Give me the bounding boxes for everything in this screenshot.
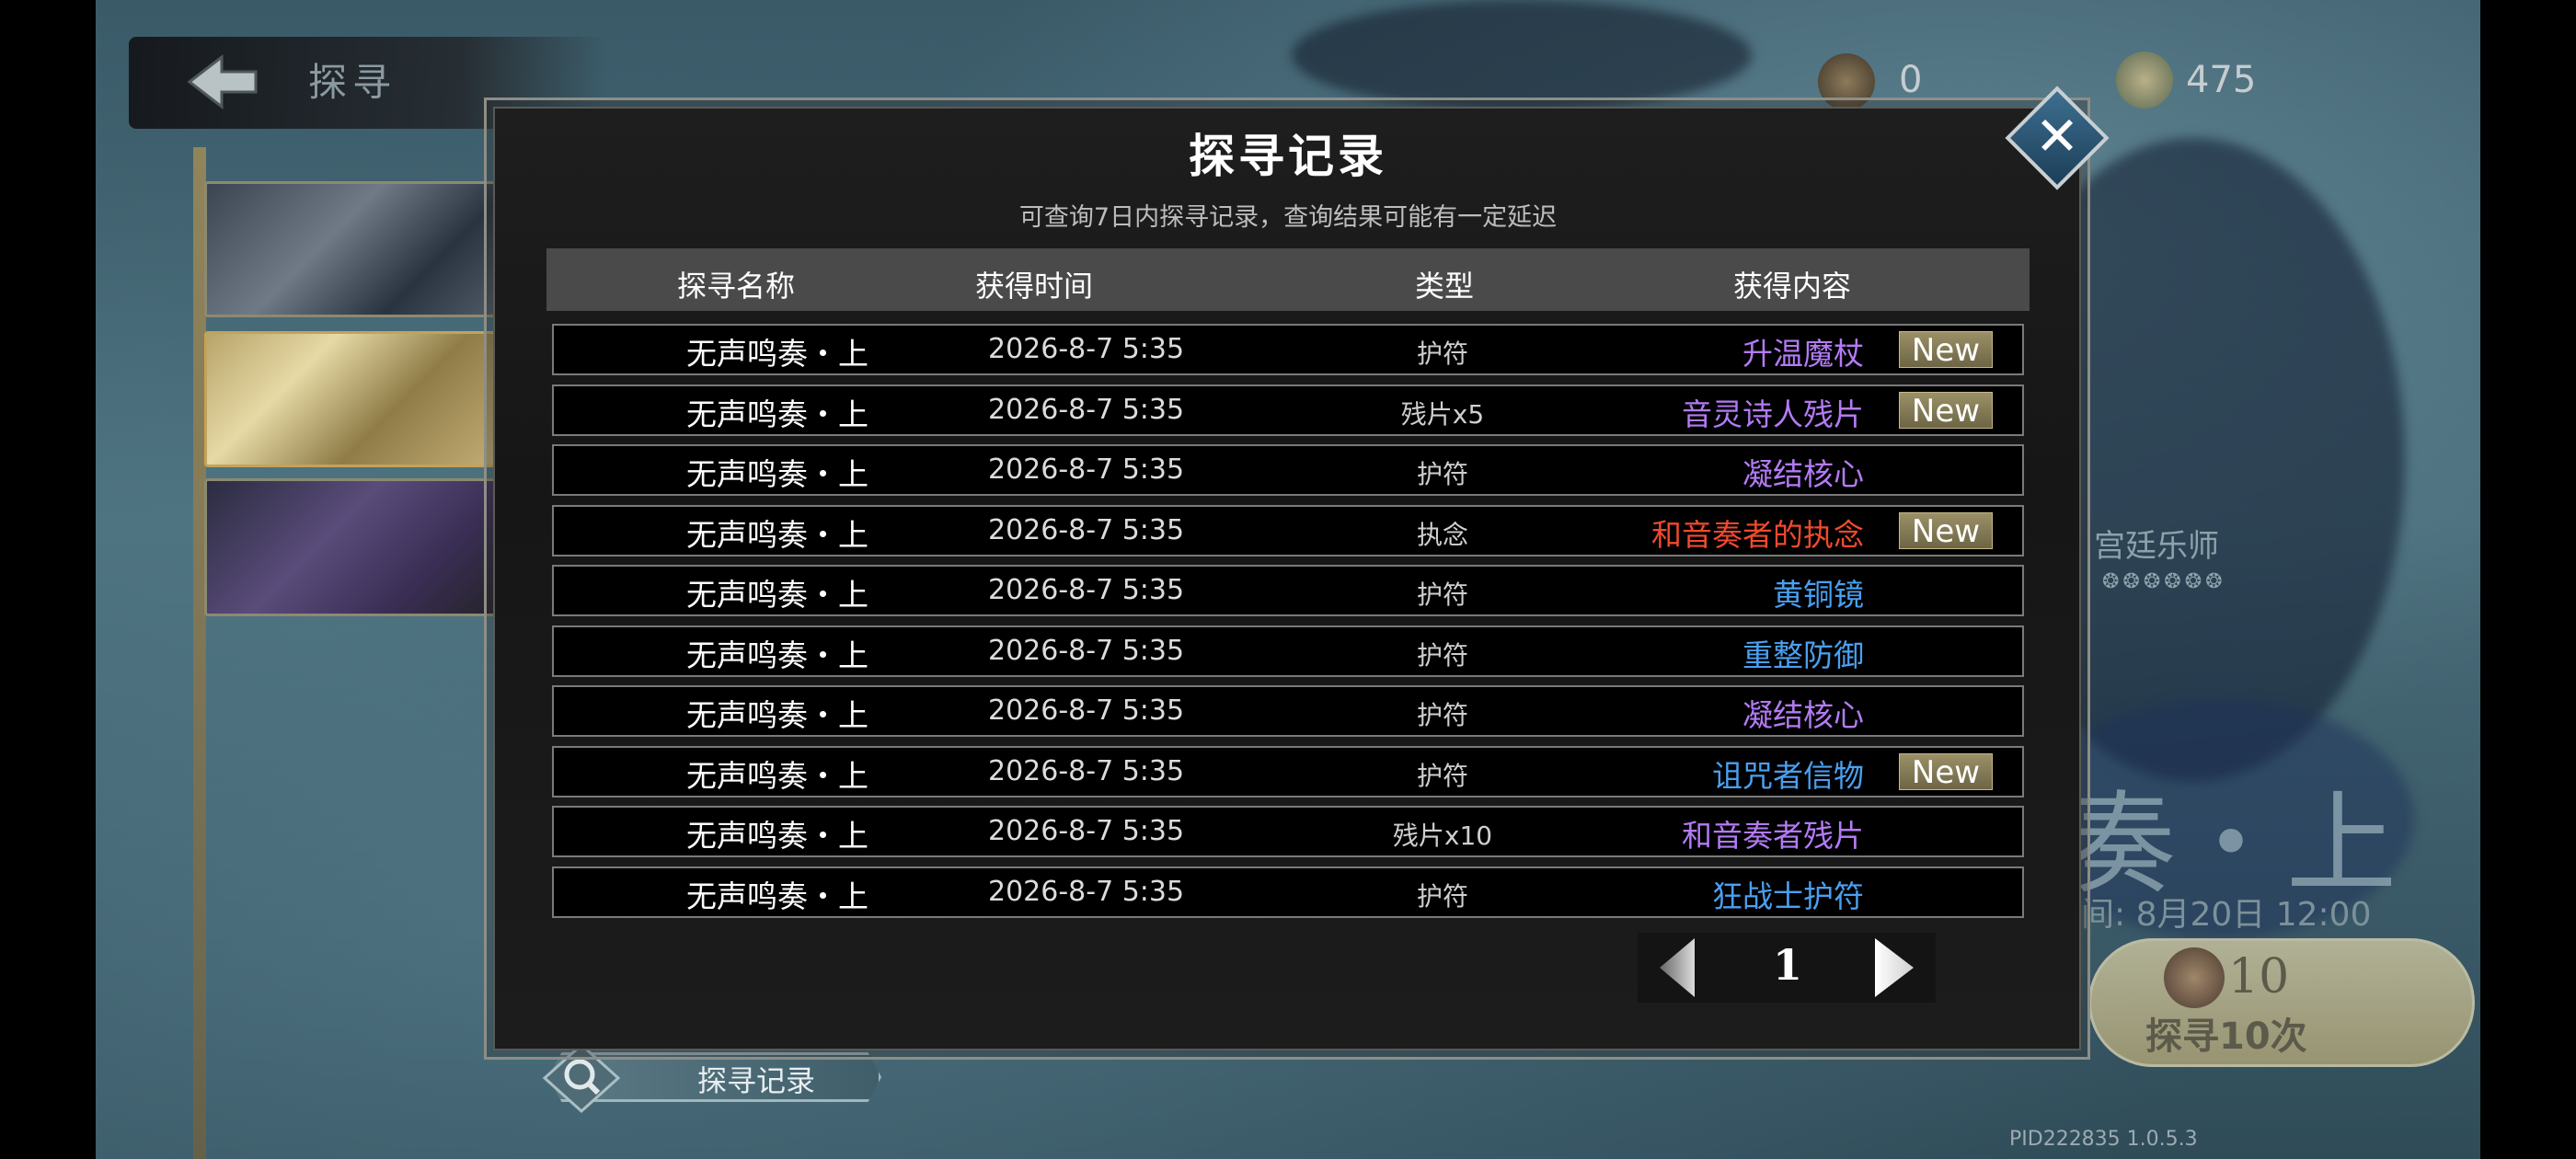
row-time: 2026-8-7 5:35 (988, 815, 1185, 847)
column-header-name: 探寻名称 (676, 269, 795, 304)
back-arrow-icon[interactable] (180, 50, 263, 114)
row-name: 无声鸣奏・上 (686, 818, 868, 854)
row-item: 黄铜镜 (1773, 577, 1864, 613)
row-item: 狂战士护符 (1712, 878, 1864, 914)
modal-subtitle: 可查询7日内探寻记录，查询结果可能有一定延迟 (1018, 203, 1558, 232)
record-button-label: 探寻记录 (697, 1063, 816, 1098)
row-item: 凝结核心 (1742, 697, 1864, 733)
column-header-type: 类型 (1414, 269, 1474, 304)
row-name: 无声鸣奏・上 (686, 396, 868, 432)
pull-currency-icon (2164, 947, 2225, 1008)
row-name: 无声鸣奏・上 (686, 758, 868, 794)
row-item: 重整防御 (1742, 637, 1864, 673)
star-rating: ❂❂❂❂❂❂ (2102, 570, 2226, 593)
new-badge: New (1899, 331, 1993, 369)
modal-title: 探寻记录 (1189, 129, 1387, 183)
banner-card-2[interactable] (204, 331, 517, 467)
row-name: 无声鸣奏・上 (686, 577, 868, 613)
column-header-content: 获得内容 (1732, 269, 1851, 304)
row-name: 无声鸣奏・上 (686, 637, 868, 673)
row-item: 音灵诗人残片 (1682, 396, 1864, 432)
page-title: 探寻 (308, 60, 397, 105)
banner-deadline: 间: 8月20日 12:00 (2081, 896, 2372, 934)
close-icon[interactable]: ✕ (2020, 99, 2094, 173)
version-info: PID222835 1.0.5.3 (2009, 1128, 2198, 1151)
row-name: 无声鸣奏・上 (686, 878, 868, 914)
next-page-icon[interactable] (1862, 935, 1926, 1001)
row-name: 无声鸣奏・上 (686, 517, 868, 553)
pull-10-label: 探寻10次 (2145, 1016, 2307, 1058)
new-badge: New (1899, 753, 1993, 791)
pull-cost: 10 (2228, 949, 2290, 1004)
banner-card-3[interactable] (204, 478, 517, 616)
row-item: 和音奏者残片 (1682, 818, 1864, 854)
page-number: 1 (1772, 940, 1802, 990)
row-item: 升温魔杖 (1742, 336, 1864, 372)
row-time: 2026-8-7 5:35 (988, 755, 1185, 787)
row-time: 2026-8-7 5:35 (988, 394, 1185, 426)
row-name: 无声鸣奏・上 (686, 336, 868, 372)
row-time: 2026-8-7 5:35 (988, 635, 1185, 667)
currency-primary-value: 0 (1899, 59, 1923, 101)
row-time: 2026-8-7 5:35 (988, 694, 1185, 727)
row-time: 2026-8-7 5:35 (988, 453, 1185, 486)
row-item: 和音奏者的执念 (1651, 517, 1864, 553)
banner-character-name: 宫廷乐师 (2094, 528, 2219, 565)
currency-secondary-value: 475 (2186, 59, 2257, 101)
row-time: 2026-8-7 5:35 (988, 876, 1185, 908)
row-name: 无声鸣奏・上 (686, 456, 868, 492)
new-badge: New (1899, 392, 1993, 430)
row-time: 2026-8-7 5:35 (988, 333, 1185, 365)
row-item: 诅咒者信物 (1712, 758, 1864, 794)
row-time: 2026-8-7 5:35 (988, 514, 1185, 546)
new-badge: New (1899, 512, 1993, 550)
row-name: 无声鸣奏・上 (686, 697, 868, 733)
prev-page-icon[interactable] (1649, 935, 1713, 1001)
column-header-time: 获得时间 (974, 269, 1093, 304)
currency-secondary-icon (2116, 52, 2173, 109)
row-time: 2026-8-7 5:35 (988, 574, 1185, 606)
row-item: 凝结核心 (1742, 456, 1864, 492)
